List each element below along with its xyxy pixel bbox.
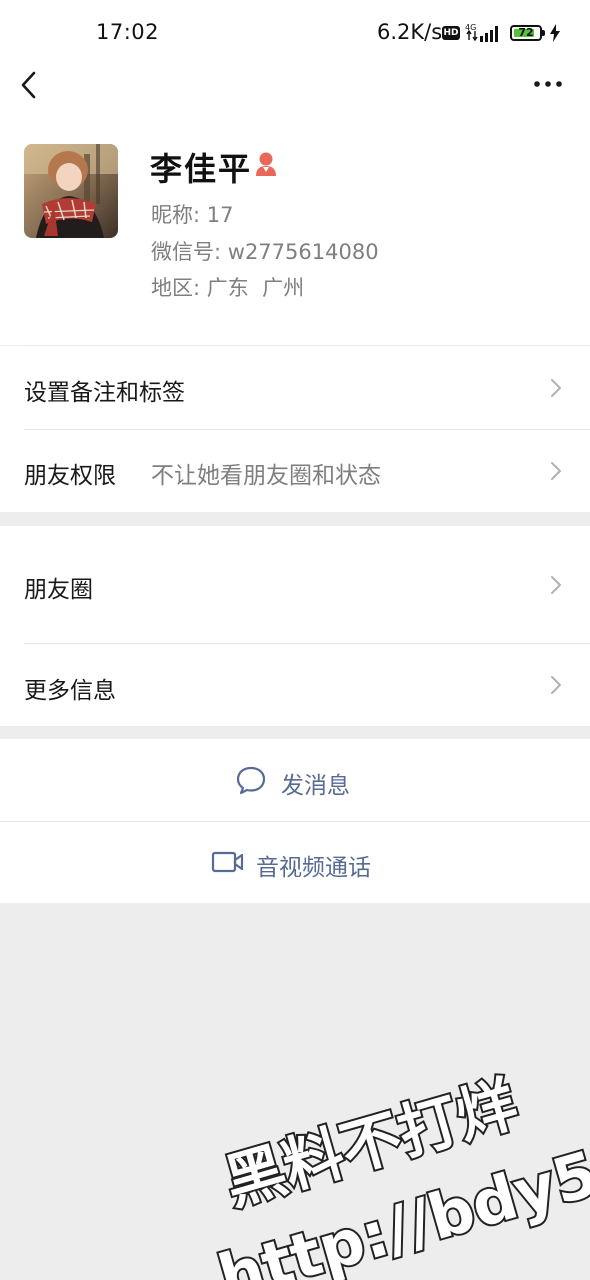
region-value: 广东 广州 bbox=[206, 276, 305, 300]
chevron-right-icon bbox=[551, 462, 561, 480]
charging-bolt-icon bbox=[550, 24, 560, 42]
contact-name: 李佳平 bbox=[150, 150, 253, 188]
region-row: 地区: 广东 广州 bbox=[151, 272, 304, 302]
chat-bubble-icon bbox=[236, 766, 266, 795]
nickname-label: 昵称: bbox=[151, 203, 201, 227]
more-info-label: 更多信息 bbox=[24, 678, 116, 704]
wechat-id-row: 微信号: w2775614080 bbox=[151, 236, 379, 266]
permission-label: 朋友权限 bbox=[24, 463, 116, 489]
battery-level: 72 bbox=[518, 26, 534, 39]
back-arrow-icon[interactable] bbox=[14, 68, 44, 102]
permission-value: 不让她看朋友圈和状态 bbox=[151, 463, 381, 489]
network-type-label: 4G bbox=[465, 23, 476, 32]
remark-tags-cell[interactable]: 设置备注和标签 bbox=[0, 346, 590, 429]
settings-group: 设置备注和标签 朋友权限 不让她看朋友圈和状态 bbox=[0, 346, 590, 512]
wechat-id-value: w2775614080 bbox=[227, 240, 379, 264]
send-message-label: 发消息 bbox=[281, 773, 350, 799]
hd-badge: HD bbox=[442, 26, 460, 40]
signal-4g-icon: 4G bbox=[465, 23, 498, 42]
avatar[interactable] bbox=[24, 144, 118, 238]
network-speed: 6.2K/s bbox=[377, 20, 443, 44]
status-time: 17:02 bbox=[96, 20, 160, 44]
actions-group: 发消息 音视频通话 bbox=[0, 739, 590, 903]
permission-cell[interactable]: 朋友权限 不让她看朋友圈和状态 bbox=[0, 430, 590, 512]
wechat-id-label: 微信号: bbox=[151, 240, 222, 264]
chevron-right-icon bbox=[551, 379, 561, 397]
moments-label: 朋友圈 bbox=[24, 577, 93, 603]
video-camera-icon bbox=[211, 851, 244, 873]
more-info-cell[interactable]: 更多信息 bbox=[0, 644, 590, 726]
nickname-value: 17 bbox=[206, 203, 234, 227]
nickname-row: 昵称: 17 bbox=[151, 199, 234, 229]
video-call-button[interactable]: 音视频通话 bbox=[0, 822, 590, 903]
remark-tags-label: 设置备注和标签 bbox=[24, 380, 185, 406]
moments-cell[interactable]: 朋友圈 bbox=[0, 526, 590, 642]
battery-icon: 72 bbox=[510, 25, 545, 41]
send-message-button[interactable]: 发消息 bbox=[0, 739, 590, 821]
chevron-right-icon bbox=[551, 676, 561, 694]
region-label: 地区: bbox=[151, 276, 201, 300]
female-gender-icon bbox=[256, 152, 276, 176]
more-dots-icon[interactable] bbox=[530, 72, 566, 96]
video-call-label: 音视频通话 bbox=[256, 855, 371, 881]
moments-group: 朋友圈 更多信息 bbox=[0, 526, 590, 726]
watermark: 黑料不打烊 http://bdy5.co bbox=[209, 1067, 590, 1280]
chevron-right-icon bbox=[551, 576, 561, 594]
status-bar: 17:02 6.2K/s HD 4G 72 bbox=[0, 0, 590, 66]
